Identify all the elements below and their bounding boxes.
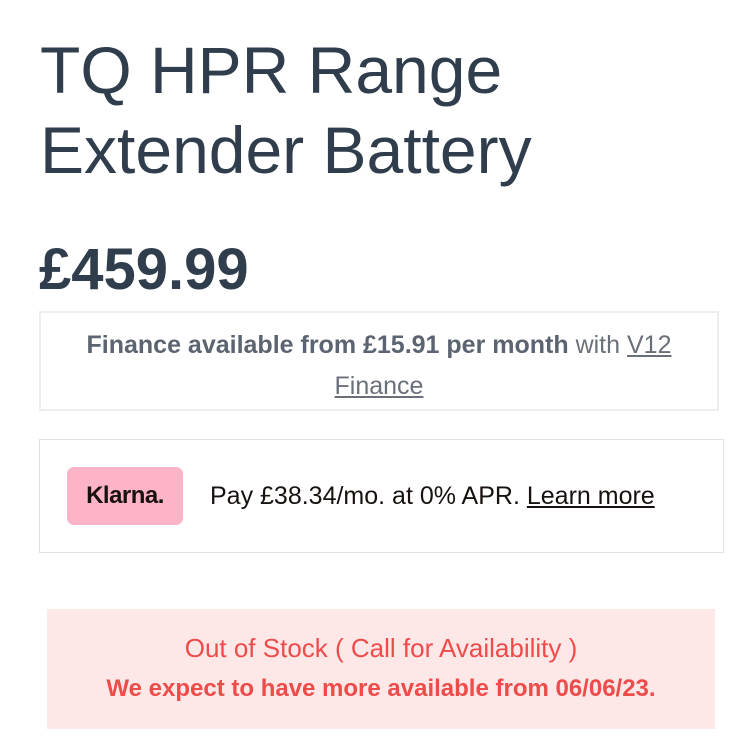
stock-status-notice: Out of Stock ( Call for Availability ) W… <box>47 609 715 729</box>
finance-offer-text: Finance available from £15.91 per month <box>86 331 569 359</box>
klarna-learn-more-link[interactable]: Learn more <box>527 482 655 510</box>
finance-banner: Finance available from £15.91 per month … <box>39 311 719 411</box>
klarna-message: Pay £38.34/mo. at 0% APR. Learn more <box>210 480 655 512</box>
klarna-logo: Klarna. <box>67 467 183 525</box>
product-price: £459.99 <box>39 237 249 302</box>
stock-status-text: Out of Stock ( Call for Availability ) <box>184 633 578 663</box>
klarna-banner: Klarna. Pay £38.34/mo. at 0% APR. Learn … <box>39 439 724 553</box>
restock-date-text: We expect to have more available from 06… <box>106 675 656 702</box>
klarna-offer-text: Pay £38.34/mo. at 0% APR. <box>210 482 520 510</box>
product-title: TQ HPR Range Extender Battery <box>40 33 532 187</box>
finance-with-text: with <box>575 331 621 359</box>
